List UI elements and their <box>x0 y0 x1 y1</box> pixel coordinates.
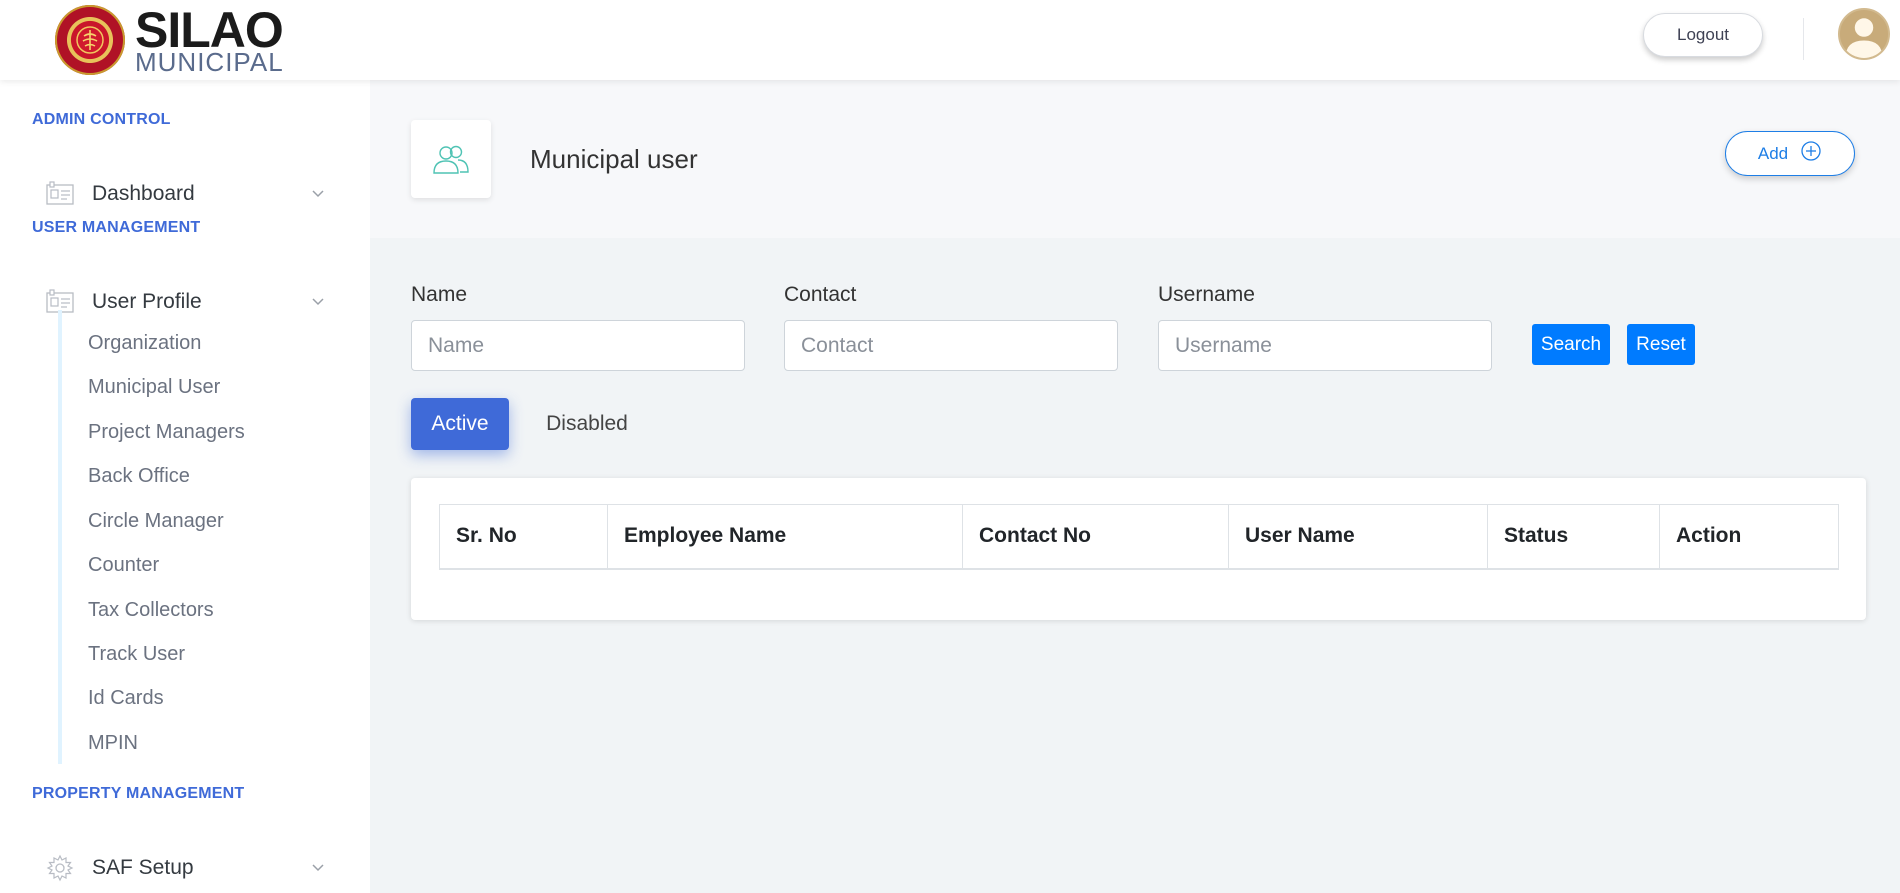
name-input[interactable] <box>411 320 745 371</box>
page-header: Municipal user Add <box>370 80 1900 238</box>
sidebar-item-dashboard[interactable]: Dashboard <box>46 174 326 214</box>
submenu-item-project-managers[interactable]: Project Managers <box>88 421 245 444</box>
column-header-contact-no: Contact No <box>962 504 1229 570</box>
logo-wordmark: SILAO MUNICIPAL <box>135 5 284 75</box>
users-table: Sr. No Employee Name Contact No User Nam… <box>439 504 1839 570</box>
header-divider <box>1803 18 1804 60</box>
users-table-card: Sr. No Employee Name Contact No User Nam… <box>411 478 1866 620</box>
section-property-management: PROPERTY MANAGEMENT <box>32 785 245 802</box>
column-header-employee-name: Employee Name <box>607 504 963 570</box>
tab-active[interactable]: Active <box>411 398 509 450</box>
users-icon <box>411 120 491 198</box>
contact-label: Contact <box>784 283 857 306</box>
chevron-down-icon <box>310 185 326 201</box>
user-avatar-icon[interactable] <box>1838 8 1890 60</box>
logo-subtitle: MUNICIPAL <box>135 47 284 77</box>
name-label: Name <box>411 283 468 306</box>
gear-icon <box>46 854 74 882</box>
chevron-down-icon <box>310 293 326 309</box>
column-header-user-name: User Name <box>1228 504 1488 570</box>
column-header-sr-no: Sr. No <box>439 504 608 570</box>
submenu-item-mpin[interactable]: MPIN <box>88 732 138 755</box>
submenu-item-back-office[interactable]: Back Office <box>88 465 190 488</box>
search-button[interactable]: Search <box>1532 324 1610 365</box>
username-input[interactable] <box>1158 320 1492 371</box>
sidebar-item-saf-setup[interactable]: SAF Setup <box>46 848 326 888</box>
user-profile-submenu: Organization Municipal User Project Mana… <box>58 310 328 764</box>
submenu-item-tax-collectors[interactable]: Tax Collectors <box>88 599 214 622</box>
table-header-row: Sr. No Employee Name Contact No User Nam… <box>439 504 1839 570</box>
page-title: Municipal user <box>530 144 698 174</box>
username-label: Username <box>1158 283 1255 306</box>
app-logo[interactable]: SILAO MUNICIPAL <box>55 5 284 75</box>
chevron-down-icon <box>310 859 326 875</box>
sidebar: ADMIN CONTROL Dashboard USER MANAGEMENT … <box>0 80 370 893</box>
reset-button[interactable]: Reset <box>1627 324 1695 365</box>
sidebar-item-label: Dashboard <box>92 182 195 205</box>
submenu-item-id-cards[interactable]: Id Cards <box>88 687 164 710</box>
contact-input[interactable] <box>784 320 1118 371</box>
add-user-button[interactable]: Add <box>1725 131 1855 176</box>
tab-disabled[interactable]: Disabled <box>537 398 637 450</box>
id-card-icon <box>46 180 74 208</box>
add-button-label: Add <box>1757 143 1789 163</box>
section-user-management: USER MANAGEMENT <box>32 219 201 236</box>
plus-circle-icon <box>1800 140 1822 167</box>
top-header: SILAO MUNICIPAL Logout <box>0 0 1900 80</box>
logout-button[interactable]: Logout <box>1643 13 1763 57</box>
submenu-item-track-user[interactable]: Track User <box>88 643 185 666</box>
sidebar-item-label: SAF Setup <box>92 856 194 879</box>
column-header-action: Action <box>1659 504 1839 570</box>
column-header-status: Status <box>1487 504 1660 570</box>
municipal-seal-icon <box>55 5 125 75</box>
submenu-item-municipal-user[interactable]: Municipal User <box>88 376 220 399</box>
section-admin-control: ADMIN CONTROL <box>32 111 171 128</box>
submenu-item-counter[interactable]: Counter <box>88 554 159 577</box>
logo-title: SILAO <box>135 2 284 58</box>
submenu-item-circle-manager[interactable]: Circle Manager <box>88 510 224 533</box>
submenu-item-organization[interactable]: Organization <box>88 332 201 355</box>
